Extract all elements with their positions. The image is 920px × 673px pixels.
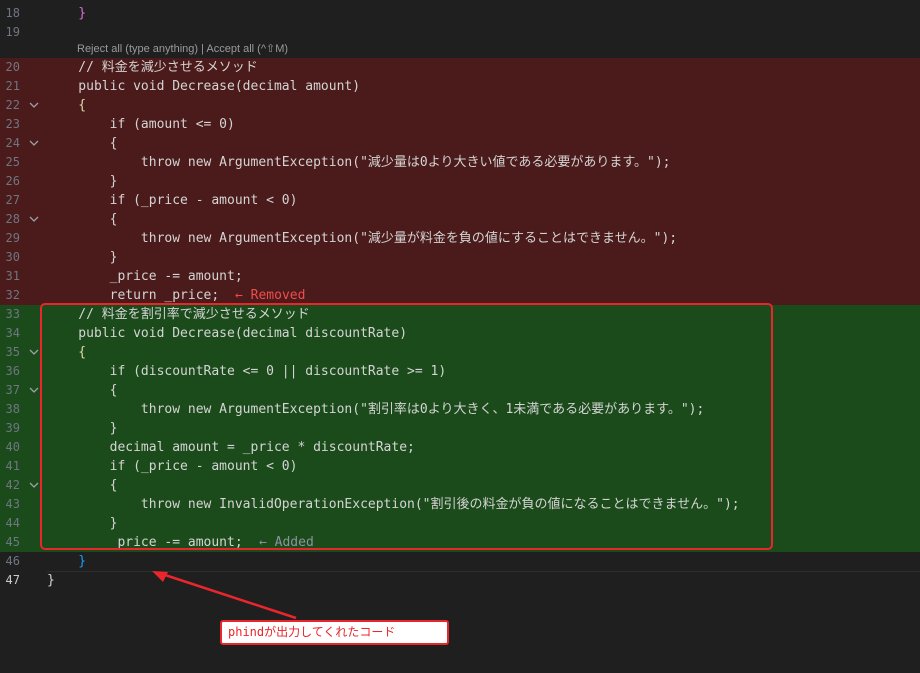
annotation-callout: phindが出力してくれたコード [220,620,449,645]
code-editor[interactable]: Reject all (type anything) | Accept all … [0,0,920,673]
arrow-head [152,571,168,582]
annotation-arrow [152,571,297,620]
arrow-shaft [161,572,297,620]
